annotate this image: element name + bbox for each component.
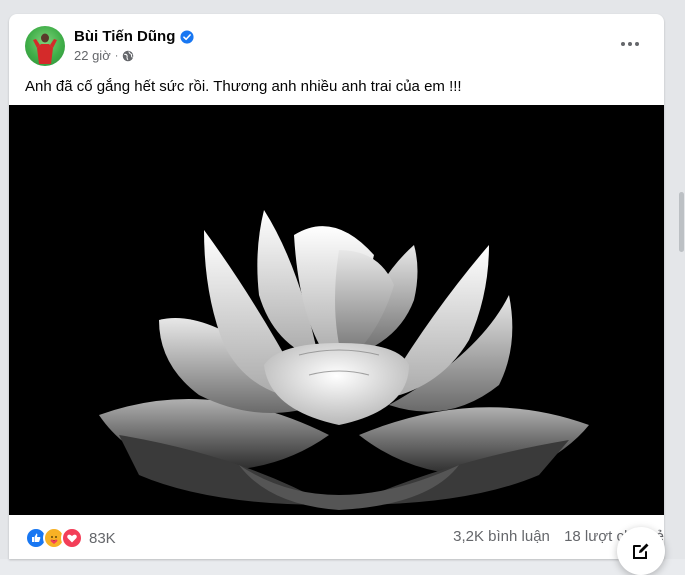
more-dot-icon [635, 42, 639, 46]
scrollbar-thumb[interactable] [679, 192, 684, 252]
lotus-image [9, 105, 664, 515]
reaction-count: 83K [89, 529, 116, 547]
post-caption: Anh đã cố gắng hết sức rồi. Thương anh n… [25, 78, 462, 95]
post-footer: 83K 3,2K bình luận 18 lượt chia sẻ [9, 515, 664, 559]
meta-separator: · [114, 49, 119, 62]
post-photo[interactable] [9, 105, 664, 515]
more-options-button[interactable] [612, 26, 648, 62]
post-timestamp[interactable]: 22 giờ [74, 48, 111, 63]
feed-post: Bùi Tiến Dũng 22 giờ · Anh đã cố gắng hế… [9, 14, 664, 559]
post-header: Bùi Tiến Dũng 22 giờ · [25, 26, 650, 66]
author-name[interactable]: Bùi Tiến Dũng [74, 28, 175, 45]
scrollbar-track[interactable] [675, 0, 685, 559]
verified-badge-icon [180, 29, 194, 44]
globe-icon [123, 50, 134, 61]
reaction-summary[interactable]: 83K [25, 527, 116, 549]
author-avatar[interactable] [25, 26, 65, 66]
love-icon [61, 527, 83, 549]
comment-count-link[interactable]: 3,2K bình luận [453, 528, 550, 545]
more-dot-icon [628, 42, 632, 46]
more-dot-icon [621, 42, 625, 46]
compose-message-button[interactable] [617, 527, 665, 575]
